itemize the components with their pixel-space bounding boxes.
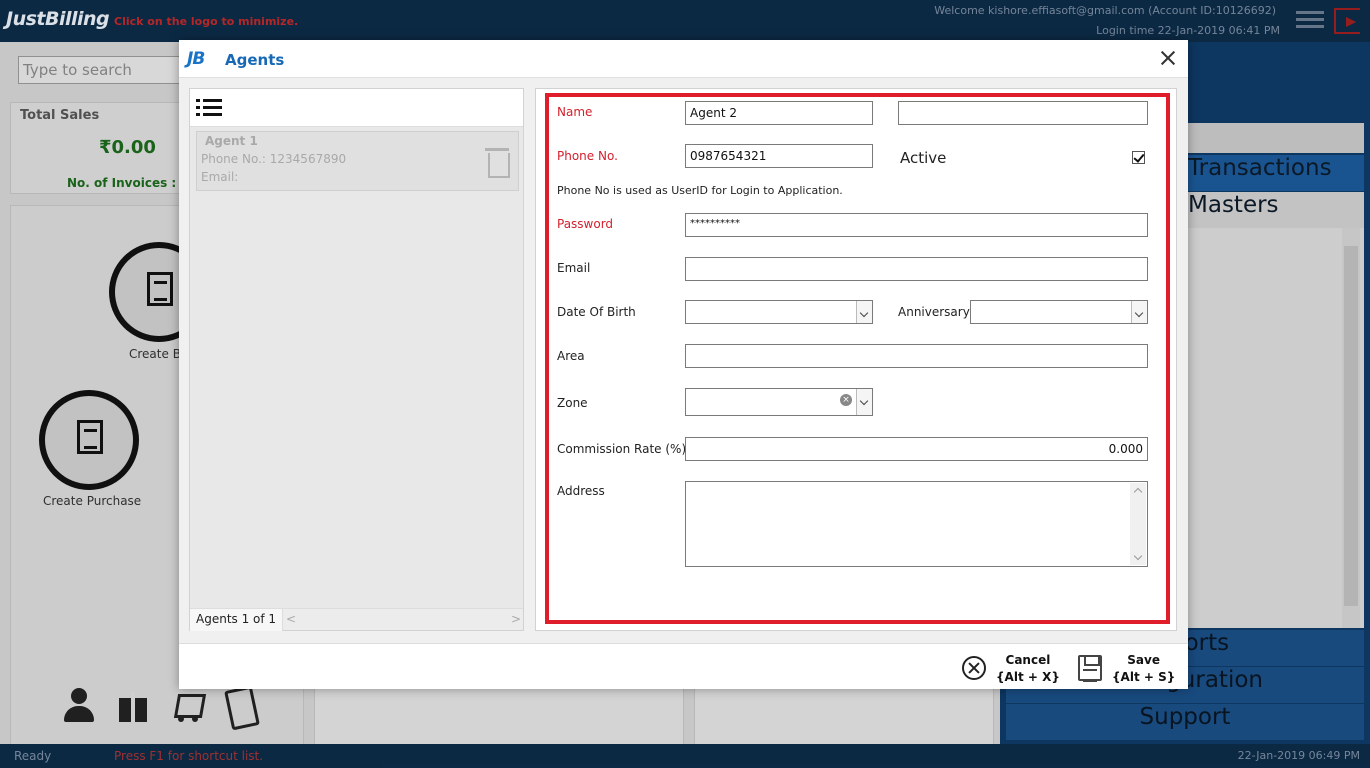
- address-textarea[interactable]: [685, 481, 1148, 567]
- phone-label: Phone No.: [557, 149, 618, 163]
- close-icon[interactable]: [1157, 47, 1179, 69]
- name-label: Name: [557, 105, 593, 119]
- cancel-text: Cancel: [1005, 653, 1051, 667]
- save-icon: [1078, 655, 1102, 682]
- zone-label: Zone: [557, 396, 588, 410]
- cancel-icon: [962, 656, 986, 680]
- save-button[interactable]: Save {Alt + S}: [1078, 652, 1175, 686]
- agent-name: Agent 1: [205, 134, 258, 148]
- save-shortcut: {Alt + S}: [1112, 670, 1176, 684]
- agents-count: Agents 1 of 1: [190, 609, 284, 631]
- jb-logo-icon: JB: [187, 49, 205, 69]
- dob-dropdown[interactable]: [685, 300, 873, 324]
- list-footer: Agents 1 of 1 < >: [190, 608, 523, 631]
- dialog-footer: Cancel {Alt + X} Save {Alt + S}: [179, 643, 1188, 689]
- address-scrollbar[interactable]: [1130, 483, 1146, 565]
- area-field[interactable]: [685, 344, 1148, 368]
- dialog-body: Agent 1 Phone No.: 1234567890 Email: Age…: [179, 78, 1188, 643]
- dob-label: Date Of Birth: [557, 305, 636, 319]
- chevron-right-icon[interactable]: >: [511, 612, 521, 626]
- name-secondary-field[interactable]: [898, 101, 1148, 125]
- list-view-icon[interactable]: [196, 97, 222, 117]
- chevron-down-icon[interactable]: [856, 301, 872, 323]
- save-label: Save {Alt + S}: [1112, 652, 1175, 686]
- chevron-left-icon[interactable]: <: [286, 612, 296, 626]
- email-field[interactable]: [685, 257, 1148, 281]
- agents-list-pane: Agent 1 Phone No.: 1234567890 Email: Age…: [189, 88, 524, 631]
- agent-form: Name Agent 2 Phone No. 0987654321 Active…: [535, 88, 1177, 631]
- cancel-shortcut: {Alt + X}: [996, 670, 1060, 684]
- save-text: Save: [1127, 653, 1160, 667]
- cancel-button[interactable]: Cancel {Alt + X}: [962, 652, 1060, 686]
- clear-icon[interactable]: ×: [840, 394, 852, 406]
- form-highlight-frame: Name Agent 2 Phone No. 0987654321 Active…: [545, 93, 1170, 624]
- active-label: Active: [900, 149, 947, 167]
- anniversary-label: Anniversary: [898, 305, 970, 319]
- chevron-down-icon[interactable]: [1131, 301, 1147, 323]
- password-field[interactable]: **********: [685, 213, 1148, 237]
- list-toolbar: [190, 89, 523, 127]
- anniversary-dropdown[interactable]: [970, 300, 1148, 324]
- dialog-title: Agents: [225, 51, 285, 69]
- commission-rate-field[interactable]: 0.000: [685, 437, 1148, 461]
- address-label: Address: [557, 484, 605, 498]
- list-item[interactable]: Agent 1 Phone No.: 1234567890 Email:: [196, 131, 519, 191]
- agents-dialog: JB Agents Agent 1 Phone No.: 1234567890 …: [179, 40, 1188, 689]
- phone-note: Phone No is used as UserID for Login to …: [557, 184, 843, 197]
- area-label: Area: [557, 349, 585, 363]
- trash-icon[interactable]: [485, 146, 510, 178]
- name-field[interactable]: Agent 2: [685, 101, 873, 125]
- commission-label: Commission Rate (%): [557, 442, 687, 456]
- cancel-label: Cancel {Alt + X}: [996, 652, 1060, 686]
- chevron-down-icon[interactable]: [856, 389, 872, 415]
- agent-email: Email:: [201, 170, 239, 184]
- phone-field[interactable]: 0987654321: [685, 144, 873, 168]
- dialog-header: JB Agents: [179, 40, 1188, 78]
- email-label: Email: [557, 261, 591, 275]
- zone-dropdown[interactable]: ×: [685, 388, 873, 416]
- password-label: Password: [557, 217, 614, 231]
- active-checkbox[interactable]: [1132, 151, 1145, 164]
- agent-phone: Phone No.: 1234567890: [201, 152, 347, 166]
